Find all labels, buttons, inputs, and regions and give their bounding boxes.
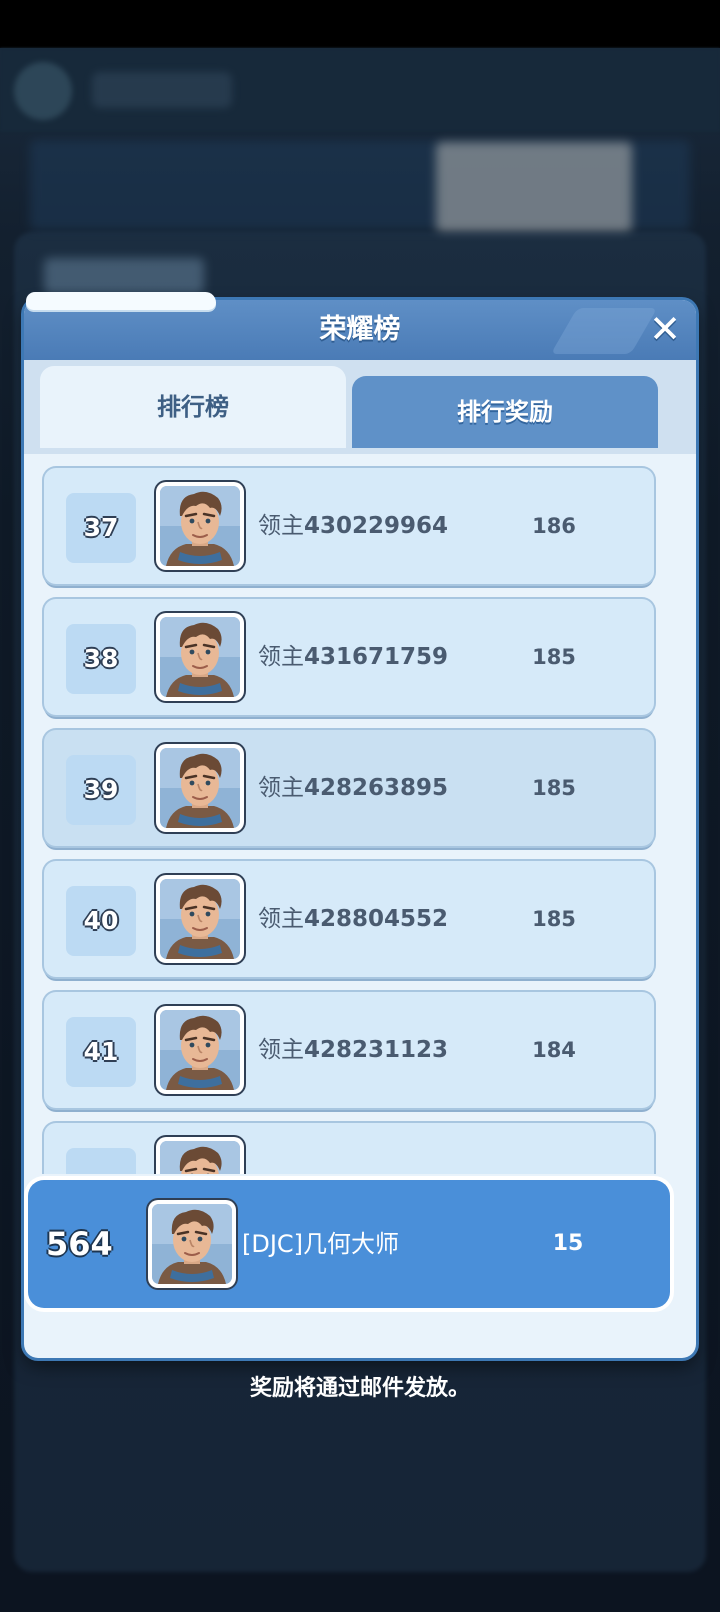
my-player-name: [DJC]几何大师 bbox=[242, 1230, 400, 1258]
avatar[interactable] bbox=[156, 482, 244, 570]
list-item[interactable]: 38 领主431671759 185 bbox=[44, 599, 654, 715]
rank-number: 40 bbox=[66, 886, 136, 956]
player-name: 领主431671759 bbox=[258, 644, 449, 670]
status-bar bbox=[0, 0, 720, 48]
list-item[interactable]: 41 领主428231123 184 bbox=[44, 992, 654, 1108]
my-rank-number: 564 bbox=[46, 1225, 113, 1263]
my-rank-row[interactable]: 564 [DJC]几何大师 15 bbox=[28, 1180, 670, 1308]
avatar[interactable] bbox=[156, 875, 244, 963]
list-item[interactable]: 39 领主428263895 185 bbox=[44, 730, 654, 846]
list-item[interactable]: 40 领主428804552 185 bbox=[44, 861, 654, 977]
reward-mail-note: 奖励将通过邮件发放。 bbox=[249, 1376, 470, 1401]
avatar[interactable] bbox=[156, 613, 244, 701]
tab-rewards[interactable]: 排行奖励 bbox=[352, 376, 658, 448]
avatar[interactable] bbox=[156, 1137, 244, 1174]
player-name: 领主428231123 bbox=[258, 1037, 449, 1063]
my-player-score: 15 bbox=[552, 1231, 584, 1256]
list-item[interactable]: 37 领主430229964 186 bbox=[44, 468, 654, 584]
rank-number: 37 bbox=[66, 493, 136, 563]
player-score: 186 bbox=[532, 514, 576, 538]
player-name: 领主428804552 bbox=[258, 906, 449, 932]
leaderboard-dialog: 荣耀榜 ✕ 排行榜 排行奖励 37 领主430229964 186 38 领主4… bbox=[24, 300, 696, 1358]
list-item[interactable] bbox=[44, 1123, 654, 1174]
ranking-list[interactable]: 37 领主430229964 186 38 领主431671759 185 39… bbox=[24, 454, 696, 1174]
player-score: 185 bbox=[532, 907, 576, 931]
player-score: 184 bbox=[532, 1038, 576, 1062]
player-name: 领主430229964 bbox=[258, 513, 449, 539]
background-panel-title bbox=[44, 258, 204, 294]
avatar[interactable] bbox=[156, 744, 244, 832]
background-banner-card bbox=[436, 142, 632, 232]
close-icon[interactable]: ✕ bbox=[644, 308, 686, 350]
tab-leaderboard[interactable]: 排行榜 bbox=[40, 366, 346, 448]
player-score: 185 bbox=[532, 776, 576, 800]
rank-number: 39 bbox=[66, 755, 136, 825]
avatar[interactable] bbox=[156, 1006, 244, 1094]
rank-number bbox=[66, 1148, 136, 1174]
snow-decoration bbox=[26, 292, 216, 310]
rank-number: 38 bbox=[66, 624, 136, 694]
player-score: 185 bbox=[532, 645, 576, 669]
background-name bbox=[92, 72, 232, 108]
background-avatar bbox=[14, 62, 72, 120]
avatar[interactable] bbox=[148, 1200, 236, 1288]
player-name: 领主428263895 bbox=[258, 775, 449, 801]
rank-number: 41 bbox=[66, 1017, 136, 1087]
